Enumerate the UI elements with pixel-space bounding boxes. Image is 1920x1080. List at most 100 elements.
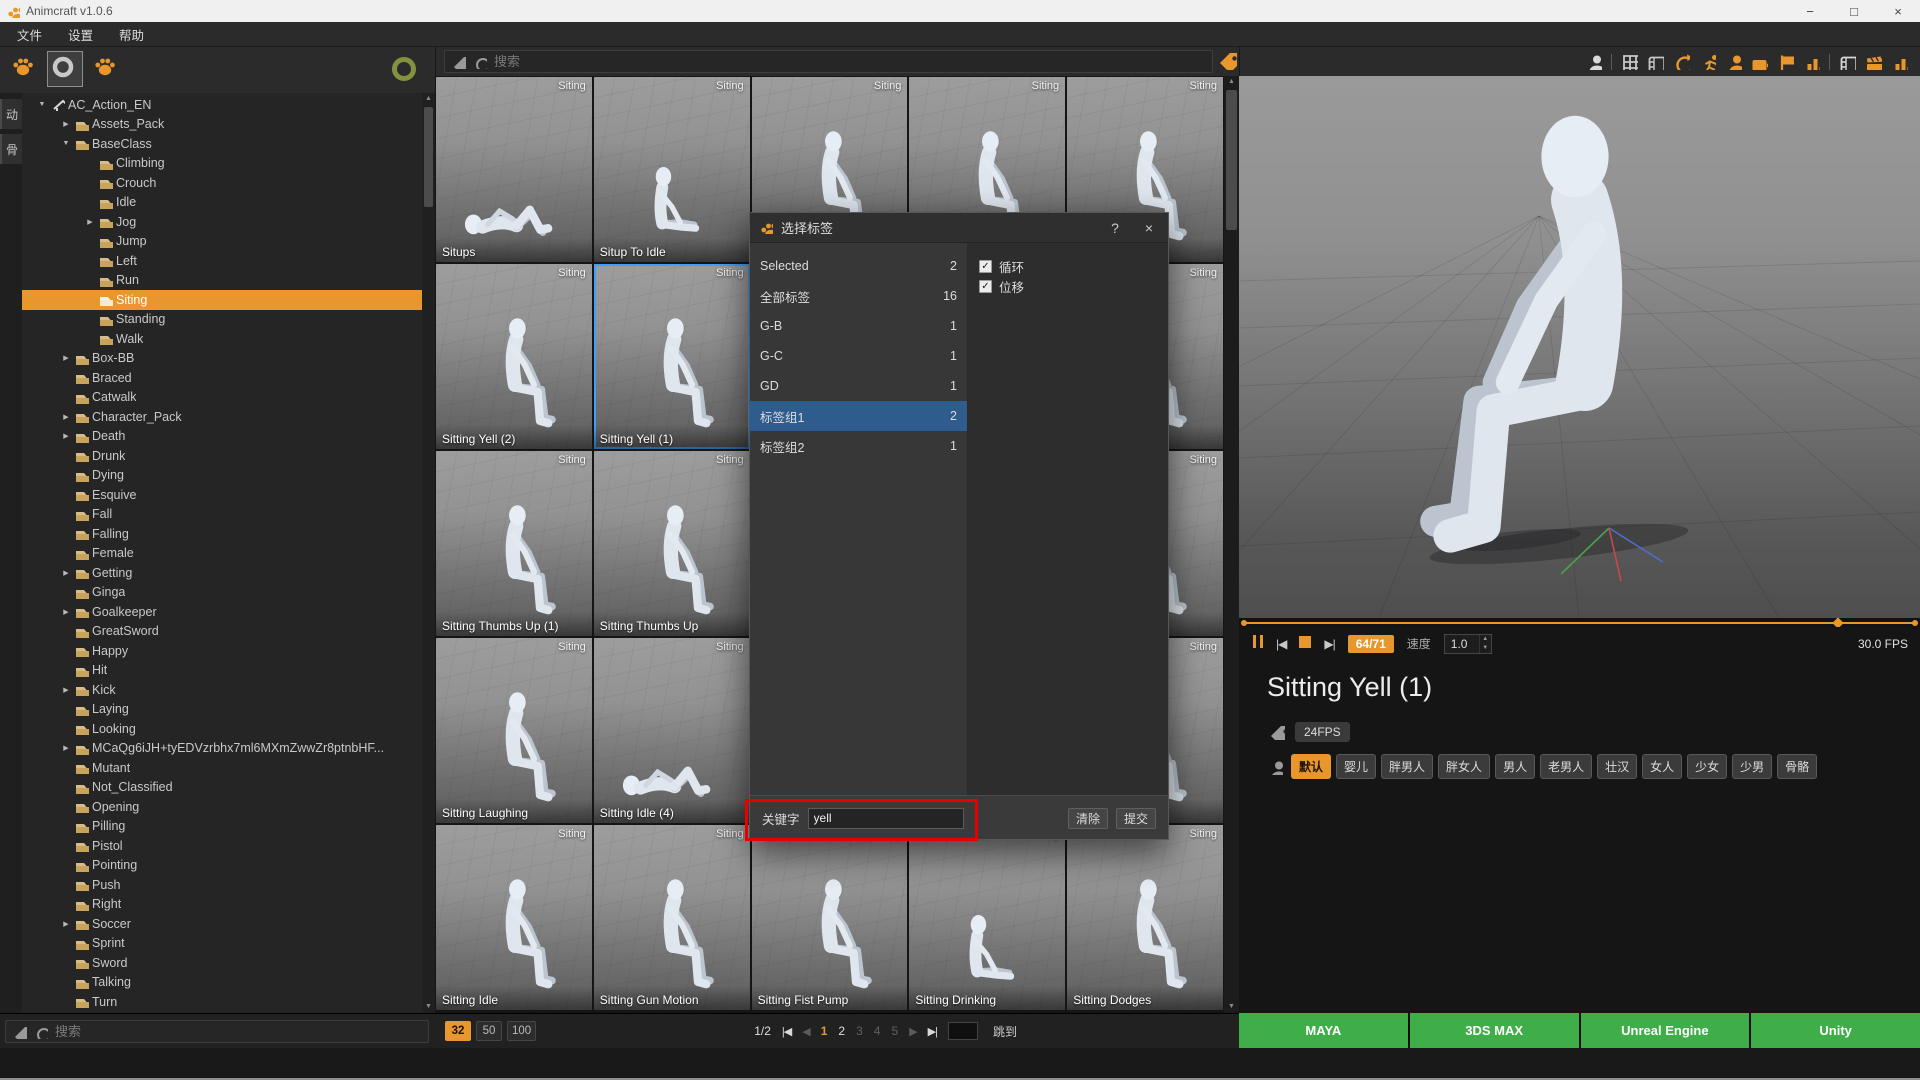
timeline[interactable] — [1239, 618, 1920, 627]
close-button[interactable]: × — [1876, 0, 1920, 22]
minimize-button[interactable]: − — [1788, 0, 1832, 22]
thumbnail-Sitting Gun Motion[interactable]: SitingSitting Gun Motion — [594, 825, 750, 1010]
chevron-right-icon[interactable]: ▶ — [60, 413, 72, 421]
tree-item-Sprint[interactable]: Sprint — [22, 934, 422, 954]
prev-frame-button[interactable]: |◀ — [1276, 637, 1286, 651]
character-button-胖男人[interactable]: 胖男人 — [1381, 754, 1433, 779]
stop-button[interactable] — [1299, 635, 1311, 653]
dialog-title-bar[interactable]: 选择标签 ? × — [750, 213, 1168, 243]
thumbnail-Sitting Fist Pump[interactable]: SitingSitting Fist Pump — [752, 825, 908, 1010]
hand-tool-icon[interactable] — [6, 50, 44, 88]
chevron-down-icon[interactable]: ▼ — [36, 101, 48, 108]
tree-item-Assets_Pack[interactable]: ▶Assets_Pack — [22, 115, 422, 135]
submit-button[interactable]: 提交 — [1116, 808, 1156, 829]
clapper-icon[interactable] — [1865, 53, 1882, 71]
character-export-icon[interactable] — [1585, 53, 1602, 71]
export-button-MAYA[interactable]: MAYA — [1239, 1013, 1408, 1048]
thumbnail-Situps[interactable]: SitingSitups — [436, 77, 592, 262]
page-2[interactable]: 2 — [838, 1024, 845, 1038]
tree-item-Not_Classified[interactable]: Not_Classified — [22, 778, 422, 798]
sync-ring-icon[interactable] — [392, 57, 416, 81]
chevron-right-icon[interactable]: ▶ — [60, 686, 72, 694]
grid-scrollbar[interactable]: ▲ ▼ — [1224, 76, 1239, 1013]
tag-group-item-G-B[interactable]: G-B1 — [750, 311, 967, 341]
menu-item-帮助[interactable]: 帮助 — [106, 22, 157, 47]
scroll-up-icon[interactable]: ▲ — [422, 93, 435, 105]
tree-item-Falling[interactable]: Falling — [22, 524, 422, 544]
tree-item-Drunk[interactable]: Drunk — [22, 446, 422, 466]
thumbnail-Sitting Dodges[interactable]: SitingSitting Dodges — [1067, 825, 1223, 1010]
scroll-thumb[interactable] — [424, 107, 433, 207]
tree-item-Turn[interactable]: Turn — [22, 992, 422, 1012]
library-search[interactable] — [444, 50, 1213, 73]
tree-item-GreatSword[interactable]: GreatSword — [22, 622, 422, 642]
page-size-50[interactable]: 50 — [476, 1021, 502, 1041]
thumbnail-Sitting Thumbs Up (1)[interactable]: SitingSitting Thumbs Up (1) — [436, 451, 592, 636]
tag-checkbox-item-位移[interactable]: ✓位移 — [979, 276, 1157, 296]
scroll-up-icon[interactable]: ▲ — [1224, 76, 1239, 88]
tag-group-item-全部标签[interactable]: 全部标签16 — [750, 281, 967, 311]
character-button-少男[interactable]: 少男 — [1732, 754, 1772, 779]
page-1[interactable]: 1 — [821, 1024, 828, 1038]
chart-icon[interactable] — [1803, 53, 1820, 71]
orbit-tool-icon[interactable] — [47, 51, 83, 87]
tree-item-Push[interactable]: Push — [22, 875, 422, 895]
menu-item-文件[interactable]: 文件 — [4, 22, 55, 47]
tree-item-Fall[interactable]: Fall — [22, 505, 422, 525]
stats-icon[interactable] — [1891, 53, 1908, 71]
dialog-help-button[interactable]: ? — [1102, 215, 1128, 241]
tree-scrollbar[interactable]: ▲ ▼ — [422, 93, 435, 1013]
thumbnail-Sitting Laughing[interactable]: SitingSitting Laughing — [436, 638, 592, 823]
first-page-icon[interactable]: |◀ — [782, 1025, 791, 1038]
search-input[interactable] — [494, 54, 1205, 69]
chevron-right-icon[interactable]: ▶ — [60, 744, 72, 752]
thumbnail-Sitting Idle[interactable]: SitingSitting Idle — [436, 825, 592, 1010]
video-add-icon[interactable] — [1839, 53, 1856, 71]
loop-icon[interactable] — [1673, 53, 1690, 71]
hand-sphere-tool-icon[interactable] — [88, 50, 126, 88]
tree-item-AC_Action_EN[interactable]: ▼AC_Action_EN — [22, 95, 422, 115]
tree-item-Mutant[interactable]: Mutant — [22, 758, 422, 778]
thumbnail-Sitting Thumbs Up[interactable]: SitingSitting Thumbs Up — [594, 451, 750, 636]
tree-item-Run[interactable]: Run — [22, 271, 422, 291]
tree-item-Braced[interactable]: Braced — [22, 368, 422, 388]
keyword-input[interactable] — [808, 808, 964, 829]
tree-item-BaseClass[interactable]: ▼BaseClass — [22, 134, 422, 154]
tree-item-Soccer[interactable]: ▶Soccer — [22, 914, 422, 934]
tree-item-Standing[interactable]: Standing — [22, 310, 422, 330]
tree-item-Death[interactable]: ▶Death — [22, 427, 422, 447]
chevron-down-icon[interactable]: ▼ — [60, 140, 72, 147]
tree-item-Jog[interactable]: ▶Jog — [22, 212, 422, 232]
thumbnail-Sitting Yell (1)[interactable]: SitingSitting Yell (1) — [594, 264, 750, 449]
next-frame-button[interactable]: ▶| — [1324, 637, 1334, 651]
checkbox-icon[interactable]: ✓ — [979, 260, 992, 273]
jump-button[interactable]: 跳到 — [993, 1023, 1017, 1040]
tree-item-Jump[interactable]: Jump — [22, 232, 422, 252]
flag-icon[interactable] — [1777, 53, 1794, 71]
character-button-婴儿[interactable]: 婴儿 — [1336, 754, 1376, 779]
tree-item-Dying[interactable]: Dying — [22, 466, 422, 486]
camera-icon[interactable] — [1751, 53, 1768, 71]
pose-grid-icon[interactable] — [1621, 53, 1638, 71]
tree-item-Climbing[interactable]: Climbing — [22, 154, 422, 174]
tag-group-item-Selected[interactable]: Selected2 — [750, 251, 967, 281]
character-button-默认[interactable]: 默认 — [1291, 754, 1331, 779]
chevron-right-icon[interactable]: ▶ — [60, 354, 72, 362]
edit-tag-icon[interactable] — [1218, 51, 1237, 70]
character-button-胖女人[interactable]: 胖女人 — [1438, 754, 1490, 779]
character-icon[interactable] — [1725, 53, 1742, 71]
chevron-right-icon[interactable]: ▶ — [60, 920, 72, 928]
scroll-down-icon[interactable]: ▼ — [1224, 1001, 1239, 1013]
scroll-down-icon[interactable]: ▼ — [422, 1001, 435, 1013]
tree-item-Walk[interactable]: Walk — [22, 329, 422, 349]
menu-item-设置[interactable]: 设置 — [55, 22, 106, 47]
chevron-right-icon[interactable]: ▶ — [60, 432, 72, 440]
tree-item-Crouch[interactable]: Crouch — [22, 173, 422, 193]
tree-item-Kick[interactable]: ▶Kick — [22, 680, 422, 700]
tree-search-box[interactable] — [5, 1020, 429, 1043]
side-tab-动[interactable]: 动 — [0, 99, 22, 129]
character-button-壮汉[interactable]: 壮汉 — [1597, 754, 1637, 779]
tree-item-Pistol[interactable]: Pistol — [22, 836, 422, 856]
prev-page-icon[interactable]: ◀ — [802, 1025, 809, 1038]
tree-item-Opening[interactable]: Opening — [22, 797, 422, 817]
